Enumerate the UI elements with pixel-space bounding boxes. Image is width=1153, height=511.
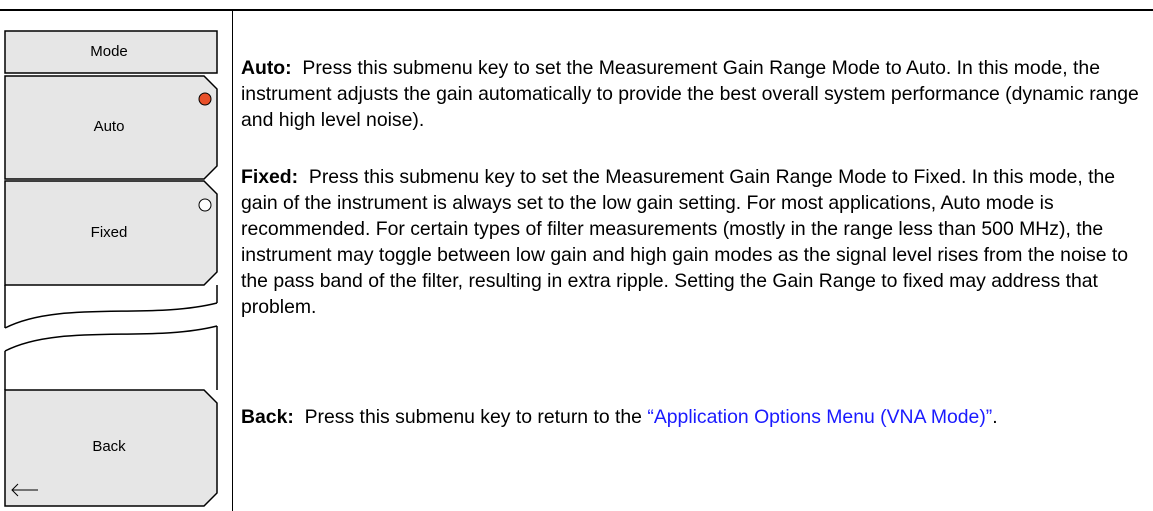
fixed-unselected-indicator-icon: [198, 198, 212, 212]
submenu-panel: [4, 30, 218, 507]
break-wave-top: [4, 302, 218, 329]
auto-key-label[interactable]: Auto: [5, 118, 213, 135]
back-key-label[interactable]: Back: [5, 438, 213, 455]
fixed-key-label[interactable]: Fixed: [5, 224, 213, 241]
back-text-before: Press this submenu key to return to the: [304, 406, 648, 428]
fixed-text: Press this submenu key to set the Measur…: [241, 166, 1129, 318]
back-description: Back: Press this submenu key to return t…: [241, 404, 1146, 430]
break-wave-bottom: [4, 325, 218, 352]
menu-title: Mode: [90, 43, 128, 60]
auto-description: Auto: Press this submenu key to set the …: [241, 55, 1146, 133]
auto-selected-indicator-icon: [198, 92, 212, 106]
column-divider: [232, 9, 233, 511]
fixed-term: Fixed:: [241, 166, 299, 188]
auto-term: Auto:: [241, 57, 292, 79]
fixed-description: Fixed: Press this submenu key to set the…: [241, 164, 1146, 320]
back-text-after: .: [992, 406, 998, 428]
application-options-menu-link[interactable]: “Application Options Menu (VNA Mode)”: [647, 406, 992, 428]
auto-text: Press this submenu key to set the Measur…: [241, 57, 1139, 131]
back-term: Back:: [241, 406, 294, 428]
